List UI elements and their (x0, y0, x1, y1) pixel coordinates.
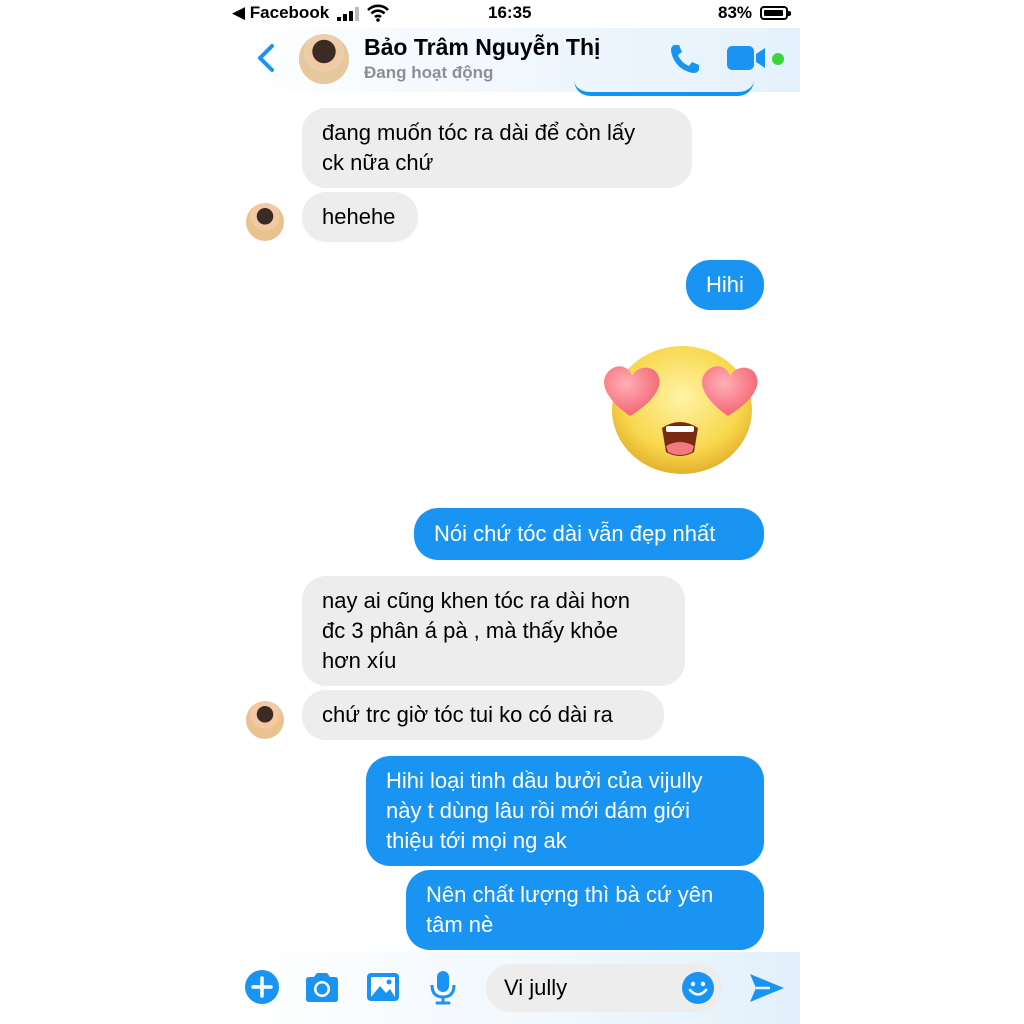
microphone-icon[interactable] (428, 969, 458, 1005)
message-bubble-incoming[interactable]: hehehe (302, 192, 418, 242)
contact-avatar[interactable] (299, 34, 349, 84)
signal-icon (337, 7, 359, 21)
image-icon[interactable] (365, 969, 401, 1005)
battery-icon (760, 6, 791, 20)
message-bubble-outgoing[interactable]: Nói chứ tóc dài vẫn đẹp nhất (414, 508, 764, 560)
messenger-screen: ◀ Facebook 16:35 83% Bảo Trâm Nguyễn Thị… (224, 0, 800, 1024)
heart-eyes-emoji-icon[interactable] (596, 338, 766, 478)
video-call-icon[interactable] (727, 44, 767, 72)
message-bubble-incoming[interactable]: nay ai cũng khen tóc ra dài hơn đc 3 phâ… (302, 576, 685, 686)
back-to-app-link[interactable]: ◀ Facebook (232, 3, 329, 23)
message-bubble-outgoing[interactable]: Nên chất lượng thì bà cứ yên tâm nè (406, 870, 764, 950)
wifi-icon (367, 4, 389, 22)
status-bar: ◀ Facebook 16:35 83% (224, 0, 800, 28)
clock: 16:35 (488, 3, 532, 22)
send-icon[interactable] (748, 971, 786, 1005)
online-indicator (772, 53, 784, 65)
phone-call-icon[interactable] (668, 42, 702, 76)
presence-status: Đang hoạt động (364, 63, 494, 82)
previous-message-edge (574, 80, 754, 96)
message-bubble-outgoing[interactable]: Hihi (686, 260, 764, 310)
message-composer: Vi jully (224, 952, 800, 1024)
camera-icon[interactable] (303, 969, 341, 1005)
emoji-icon[interactable] (681, 971, 715, 1005)
contact-name[interactable]: Bảo Trâm Nguyễn Thị (364, 34, 600, 61)
plus-icon[interactable] (244, 969, 280, 1005)
contact-small-avatar[interactable] (246, 701, 284, 739)
contact-small-avatar[interactable] (246, 203, 284, 241)
back-chevron-icon[interactable] (252, 40, 282, 76)
battery-percentage: 83% (718, 3, 753, 22)
message-bubble-incoming[interactable]: đang muốn tóc ra dài để còn lấy ck nữa ch… (302, 108, 692, 188)
message-bubble-incoming[interactable]: chứ trc giờ tóc tui ko có dài ra (302, 690, 664, 740)
message-bubble-outgoing[interactable]: Hihi loại tinh dầu bưởi của vijully này … (366, 756, 764, 866)
